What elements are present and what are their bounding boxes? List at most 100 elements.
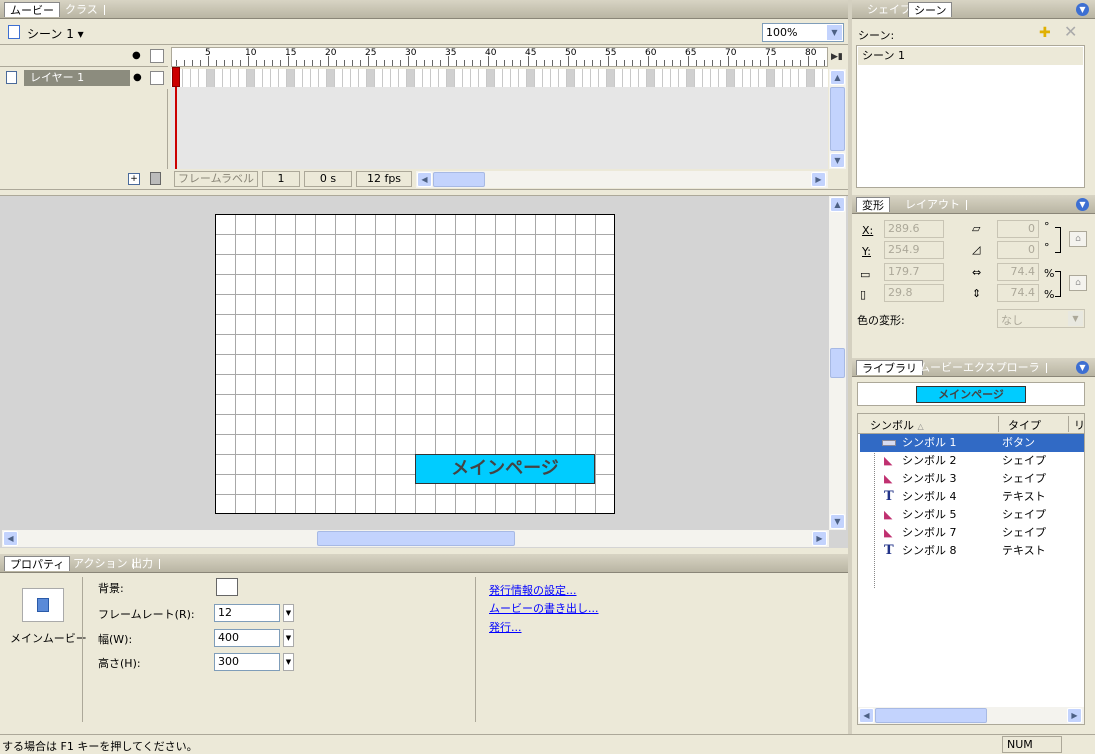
scroll-left-icon[interactable]: ◀ <box>3 531 18 546</box>
scroll-up-icon[interactable]: ▲ <box>830 197 845 212</box>
frame-cell[interactable] <box>247 69 255 87</box>
scale-h-input[interactable]: 74.4 <box>997 284 1039 302</box>
frame-cell[interactable] <box>823 69 828 87</box>
scroll-right-icon[interactable]: ▶ <box>1067 708 1082 723</box>
delete-scene-icon[interactable]: ✕ <box>1064 22 1077 41</box>
tab-transform[interactable]: 変形 <box>856 197 890 212</box>
scroll-right-icon[interactable]: ▶ <box>812 531 827 546</box>
frame-cell[interactable] <box>455 69 463 87</box>
tab-layout[interactable]: レイアウト <box>900 197 972 212</box>
frame-cell[interactable] <box>543 69 551 87</box>
frame-cell[interactable] <box>535 69 543 87</box>
frame-cell[interactable] <box>431 69 439 87</box>
library-item[interactable]: ◣ シンボル 7 シェイプ <box>860 524 1084 542</box>
scroll-left-icon[interactable]: ◀ <box>859 708 874 723</box>
library-item[interactable]: ◣ シンボル 2 シェイプ <box>860 452 1084 470</box>
frame-cell[interactable] <box>647 69 655 87</box>
frame-cell[interactable] <box>367 69 375 87</box>
main-page-button[interactable]: メインページ <box>415 454 595 484</box>
library-hscroll-thumb[interactable] <box>875 708 987 723</box>
frame-cell[interactable] <box>807 69 815 87</box>
layer-outline-box[interactable] <box>150 71 164 85</box>
library-item[interactable]: ◣ シンボル 5 シェイプ <box>860 506 1084 524</box>
frame-cell[interactable] <box>471 69 479 87</box>
library-hscroll[interactable]: ◀ ▶ <box>858 707 1084 724</box>
frame-cell[interactable] <box>727 69 735 87</box>
chevron-down-icon[interactable]: ▼ <box>1068 311 1083 326</box>
stage-vscroll-thumb[interactable] <box>830 348 845 378</box>
frame-cell[interactable] <box>423 69 431 87</box>
frame-cell[interactable] <box>607 69 615 87</box>
outline-toggle-icon[interactable] <box>150 49 164 63</box>
panel-menu-icon[interactable]: ▼ <box>1076 361 1089 374</box>
panel-menu-icon[interactable]: ▼ <box>1076 198 1089 211</box>
library-item[interactable]: シンボル 1 ボタン <box>860 434 1084 452</box>
frame-cell[interactable] <box>519 69 527 87</box>
scene-list-item[interactable]: シーン 1 <box>858 47 1083 65</box>
x-input[interactable]: 289.6 <box>884 220 944 238</box>
panel-menu-icon[interactable]: ▼ <box>1076 3 1089 16</box>
library-item[interactable]: T シンボル 8 テキスト <box>860 542 1084 560</box>
col-type[interactable]: タイプ <box>1008 417 1041 433</box>
frame-cell[interactable] <box>223 69 231 87</box>
frame-cell[interactable] <box>279 69 287 87</box>
frame-cell[interactable] <box>591 69 599 87</box>
tab-scene[interactable]: シーン <box>908 2 953 17</box>
frame-cell[interactable] <box>463 69 471 87</box>
scene-dropdown[interactable]: シーン 1 ▾ <box>27 25 84 42</box>
publish-link[interactable]: 発行... <box>489 619 522 635</box>
frame-cell[interactable] <box>743 69 751 87</box>
stage-vscroll[interactable]: ▲ ▼ <box>829 196 846 530</box>
y-input[interactable]: 254.9 <box>884 241 944 259</box>
add-layer-icon[interactable]: + <box>128 173 140 185</box>
frame-cell[interactable] <box>199 69 207 87</box>
tab-properties[interactable]: プロパティ <box>4 556 71 571</box>
scroll-left-icon[interactable]: ◀ <box>417 172 432 187</box>
background-color-swatch[interactable] <box>216 578 238 596</box>
lock-icon[interactable]: ⌂ <box>1069 275 1087 291</box>
frame-cell[interactable] <box>783 69 791 87</box>
stage-hscroll[interactable]: ◀ ▶ <box>2 530 829 547</box>
frame-cell[interactable] <box>287 69 295 87</box>
color-transform-select[interactable]: なし ▼ <box>997 309 1085 328</box>
export-movie-link[interactable]: ムービーの書き出し... <box>489 600 599 616</box>
frame-cell[interactable] <box>343 69 351 87</box>
tab-movie-explorer[interactable]: ムービーエクスプローラ <box>914 360 1052 375</box>
frame-cell[interactable] <box>791 69 799 87</box>
h-input[interactable]: 29.8 <box>884 284 944 302</box>
frame-cell[interactable] <box>295 69 303 87</box>
frame-cell[interactable] <box>327 69 335 87</box>
frame-cell[interactable] <box>575 69 583 87</box>
frame-cell[interactable] <box>719 69 727 87</box>
skew-v-input[interactable]: 0 <box>997 241 1039 259</box>
frame-cell[interactable] <box>775 69 783 87</box>
tab-output[interactable]: 出力 <box>126 556 165 571</box>
frame-cell[interactable] <box>311 69 319 87</box>
frame-ruler[interactable]: 5 10 15 20 25 30 35 40 45 50 55 60 65 70 75 80 <box>171 47 828 67</box>
frame-cell[interactable] <box>231 69 239 87</box>
frame-cell[interactable] <box>559 69 567 87</box>
frame-cell[interactable] <box>695 69 703 87</box>
frame-cell[interactable] <box>439 69 447 87</box>
frame-cell[interactable] <box>359 69 367 87</box>
tab-class[interactable]: クラス <box>60 2 110 17</box>
col-extra[interactable]: リ <box>1074 417 1085 433</box>
frame-cell[interactable] <box>623 69 631 87</box>
layer-row[interactable]: レイヤー 1 ● <box>0 69 168 87</box>
frame-cell[interactable] <box>583 69 591 87</box>
onion-skin-icon[interactable]: ▶▮ <box>831 52 843 62</box>
scroll-down-icon[interactable]: ▼ <box>830 514 845 529</box>
timeline-vscroll[interactable]: ▲ ▼ <box>829 69 846 169</box>
framerate-input[interactable]: 12 <box>214 604 280 622</box>
frame-cell[interactable] <box>399 69 407 87</box>
eye-icon[interactable]: ● <box>132 50 141 61</box>
trash-icon[interactable] <box>150 172 161 185</box>
frame-cell[interactable] <box>751 69 759 87</box>
frame-cell[interactable] <box>767 69 775 87</box>
tab-library[interactable]: ライブラリ <box>856 360 923 375</box>
frame-cell[interactable] <box>551 69 559 87</box>
frame-cell[interactable] <box>207 69 215 87</box>
col-symbol[interactable]: シンボル △ <box>870 417 924 433</box>
frame-cell[interactable] <box>479 69 487 87</box>
playhead-top[interactable] <box>172 67 180 87</box>
